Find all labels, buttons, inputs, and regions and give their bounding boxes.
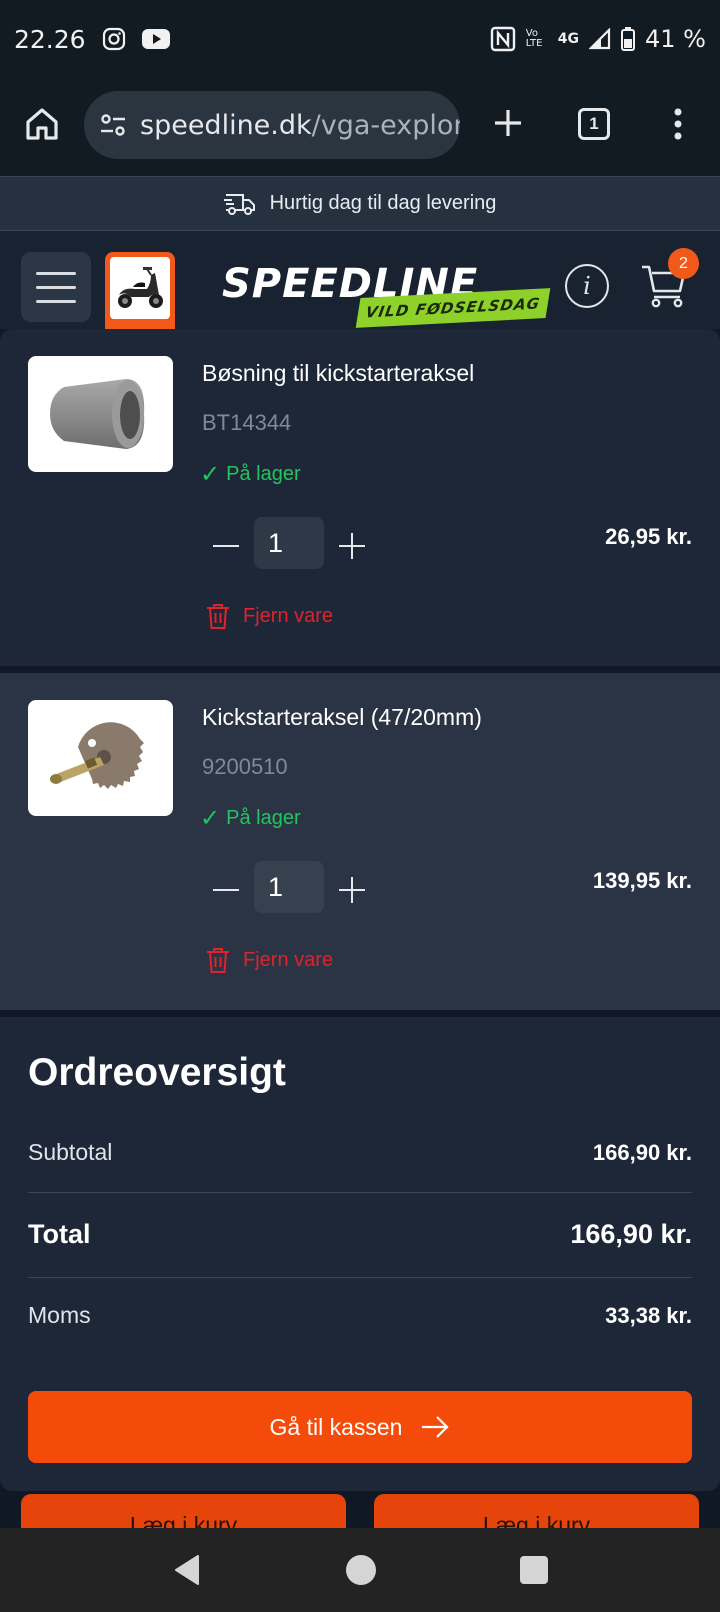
scooter-thumbnail [110, 257, 170, 319]
increase-quantity-button[interactable] [338, 876, 366, 904]
remove-item-button[interactable]: Fjern vare [205, 946, 333, 974]
product-name[interactable]: Bøsning til kickstarteraksel [202, 360, 474, 387]
info-button[interactable]: i [565, 264, 609, 308]
total-value: 166,90 kr. [570, 1219, 692, 1249]
checkout-button[interactable]: Gå til kassen [28, 1391, 692, 1463]
product-name[interactable]: Kickstarteraksel (47/20mm) [202, 704, 482, 731]
speedline-logo[interactable]: SPEEDLINE VILD FØDSELSDAG [222, 261, 552, 328]
signal-icon [589, 28, 611, 50]
stock-status: ✓ På lager [200, 804, 301, 833]
bushing-product-icon [49, 379, 144, 449]
minus-icon [213, 889, 239, 891]
divider [28, 1192, 692, 1193]
hamburger-line [36, 271, 76, 275]
site-header: SPEEDLINE VILD FØDSELSDAG i 2 [0, 231, 720, 329]
url-text: speedline.dk/vga-explor [140, 110, 460, 141]
delivery-text: Hurtig dag til dag levering [269, 192, 497, 214]
site-settings-icon[interactable] [98, 110, 128, 140]
url-path: /vga-explor [311, 109, 460, 141]
vehicle-selector[interactable] [105, 252, 175, 329]
vat-label: Moms [28, 1302, 91, 1328]
plus-icon [339, 877, 365, 903]
product-price: 139,95 kr. [592, 868, 692, 893]
instagram-icon [102, 27, 126, 51]
remove-label: Fjern vare [243, 948, 334, 971]
product-sku: BT14344 [202, 410, 292, 435]
battery-icon [621, 27, 636, 51]
home-nav-button[interactable] [346, 1555, 376, 1585]
product-sku: 9200510 [202, 754, 288, 779]
decrease-quantity-button[interactable] [212, 876, 240, 904]
increase-quantity-button[interactable] [338, 532, 366, 560]
stock-label: På lager [226, 807, 301, 829]
checkout-label: Gå til kassen [269, 1413, 403, 1440]
product-image[interactable] [28, 700, 173, 816]
logo-tagline: VILD FØDSELSDAG [364, 294, 542, 322]
product-image[interactable] [28, 356, 173, 472]
cart-count-badge: 2 [668, 248, 699, 279]
nfc-icon [490, 26, 516, 52]
trash-icon [207, 948, 229, 973]
hamburger-line [36, 285, 76, 289]
url-domain: speedline.dk [140, 109, 312, 141]
vat-value: 33,38 kr. [605, 1302, 692, 1328]
cart-item: Bøsning til kickstarteraksel BT14344 ✓ P… [0, 329, 720, 666]
arrow-right-icon [422, 1416, 450, 1438]
network-type: 4G [557, 31, 580, 47]
quantity-input[interactable]: 1 [254, 861, 324, 913]
quantity-input[interactable]: 1 [254, 517, 324, 569]
status-time: 22.26 [14, 24, 86, 54]
browser-menu-button[interactable] [664, 104, 692, 144]
youtube-icon [141, 28, 170, 50]
subtotal-value: 166,90 kr. [592, 1139, 692, 1165]
plus-icon [339, 533, 365, 559]
status-right: Vo LTE 4G 41 % [490, 25, 706, 53]
hamburger-line [36, 299, 76, 303]
order-summary-title: Ordreoversigt [28, 1051, 286, 1094]
decrease-quantity-button[interactable] [212, 532, 240, 560]
trash-icon [207, 604, 229, 629]
address-bar[interactable]: speedline.dk/vga-explor [84, 91, 460, 159]
delivery-truck-icon [223, 193, 255, 215]
minus-icon [213, 545, 239, 547]
status-left: 22.26 [14, 25, 170, 54]
plus-icon [495, 110, 521, 136]
status-bar: 22.26 Vo LTE 4G 41 % [0, 0, 720, 78]
product-price: 26,95 kr. [605, 524, 692, 549]
system-nav-bar [0, 1528, 720, 1612]
order-summary: Ordreoversigt Subtotal 166,90 kr. Total … [0, 1017, 720, 1491]
subtotal-label: Subtotal [28, 1139, 113, 1165]
cart-item: Kickstarteraksel (47/20mm) 9200510 ✓ På … [0, 673, 720, 1010]
remove-item-button[interactable]: Fjern vare [205, 602, 333, 630]
total-row: Total 166,90 kr. [28, 1219, 692, 1250]
delivery-banner: Hurtig dag til dag levering [0, 176, 720, 231]
volte-icon: Vo LTE [525, 28, 543, 49]
check-icon: ✓ [200, 805, 221, 832]
divider [28, 1277, 692, 1278]
back-icon[interactable] [172, 1554, 202, 1586]
menu-button[interactable] [21, 252, 91, 322]
stock-status: ✓ På lager [200, 460, 301, 489]
home-icon [26, 108, 58, 140]
scooter-icon [118, 267, 163, 308]
recents-nav-button[interactable] [520, 1556, 548, 1584]
new-tab-button[interactable] [488, 103, 528, 143]
subtotal-row: Subtotal 166,90 kr. [28, 1139, 692, 1166]
check-icon: ✓ [200, 461, 221, 488]
browser-home-button[interactable] [22, 104, 62, 144]
stock-label: På lager [226, 463, 301, 485]
more-vert-icon [674, 108, 682, 140]
kickstarter-shaft-product-icon [49, 722, 144, 789]
battery-level: 41 % [645, 25, 706, 53]
tab-switcher-button[interactable]: 1 [578, 108, 610, 140]
total-label: Total [28, 1219, 91, 1249]
browser-toolbar: speedline.dk/vga-explor 1 [0, 78, 720, 176]
vat-row: Moms 33,38 kr. [28, 1302, 692, 1329]
remove-label: Fjern vare [243, 604, 334, 627]
